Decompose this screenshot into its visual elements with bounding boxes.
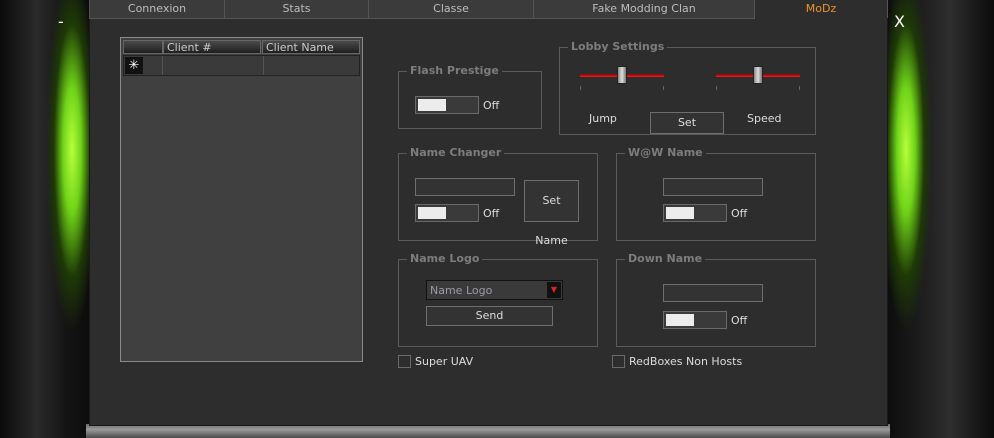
down-name-title: Down Name bbox=[625, 252, 706, 265]
minimize-button[interactable]: - bbox=[58, 12, 64, 31]
speed-slider-tick bbox=[799, 86, 800, 90]
name-logo-send-button[interactable]: Send bbox=[426, 306, 553, 326]
cell-client-name[interactable] bbox=[263, 56, 361, 75]
speed-slider-thumb[interactable] bbox=[753, 66, 763, 84]
lobby-settings-group: Lobby Settings Jump Set Speed bbox=[559, 40, 816, 135]
waw-name-input[interactable] bbox=[663, 178, 763, 196]
waw-name-state: Off bbox=[731, 207, 748, 220]
bottom-skin-decoration bbox=[86, 424, 890, 438]
new-row[interactable]: ✳ bbox=[123, 55, 360, 76]
down-name-input[interactable] bbox=[663, 284, 763, 302]
tab-stats[interactable]: Stats bbox=[224, 0, 369, 19]
speed-label: Speed bbox=[747, 112, 782, 125]
tab-bar: Connexion Stats Classe Fake Modding Clan… bbox=[89, 0, 888, 19]
jump-slider-tick bbox=[580, 86, 581, 90]
tab-fake-modding-clan[interactable]: Fake Modding Clan bbox=[533, 0, 755, 19]
name-changer-group: Name Changer Off Set Name bbox=[398, 146, 598, 247]
column-header-client-number[interactable]: Client # bbox=[163, 40, 261, 54]
asterisk-icon: ✳ bbox=[125, 57, 143, 74]
right-skin-decoration bbox=[884, 0, 994, 438]
flash-prestige-toggle[interactable] bbox=[415, 96, 479, 114]
name-logo-selected-value: Name Logo bbox=[430, 284, 493, 297]
cell-client-number[interactable] bbox=[162, 56, 263, 75]
flash-prestige-group: Flash Prestige Off bbox=[398, 64, 542, 129]
name-changer-toggle[interactable] bbox=[415, 204, 479, 222]
jump-slider-tick bbox=[663, 86, 664, 90]
set-name-button[interactable]: Set Name bbox=[524, 180, 579, 247]
name-logo-title: Name Logo bbox=[407, 252, 483, 265]
redboxes-label: RedBoxes Non Hosts bbox=[629, 355, 743, 368]
close-button[interactable]: X bbox=[894, 12, 905, 31]
name-logo-dropdown[interactable]: Name Logo ▼ bbox=[426, 280, 563, 300]
name-changer-state: Off bbox=[483, 207, 500, 220]
down-name-toggle[interactable] bbox=[663, 311, 727, 329]
name-changer-input[interactable] bbox=[415, 178, 515, 196]
waw-name-toggle[interactable] bbox=[663, 204, 727, 222]
super-uav-label: Super UAV bbox=[415, 355, 474, 368]
super-uav-checkbox[interactable] bbox=[398, 355, 411, 368]
waw-name-title: W@W Name bbox=[625, 146, 706, 159]
flash-prestige-state: Off bbox=[483, 99, 500, 112]
flash-prestige-title: Flash Prestige bbox=[407, 64, 502, 77]
client-list[interactable]: Client # Client Name ✳ bbox=[120, 37, 363, 362]
name-changer-title: Name Changer bbox=[407, 146, 505, 159]
toggle-knob bbox=[666, 207, 694, 219]
tab-connexion[interactable]: Connexion bbox=[89, 0, 225, 19]
lobby-set-button[interactable]: Set bbox=[650, 112, 724, 134]
left-skin-decoration bbox=[0, 0, 92, 438]
jump-label: Jump bbox=[589, 112, 617, 125]
waw-name-group: W@W Name Off bbox=[616, 146, 816, 241]
speed-slider-tick bbox=[716, 86, 717, 90]
column-header-client-name[interactable]: Client Name bbox=[262, 40, 360, 54]
down-name-group: Down Name Off bbox=[616, 252, 816, 347]
jump-slider-thumb[interactable] bbox=[617, 66, 627, 84]
list-header-corner bbox=[123, 40, 163, 54]
toggle-knob bbox=[418, 99, 446, 111]
toggle-knob bbox=[666, 314, 694, 326]
tab-modz[interactable]: MoDz bbox=[754, 0, 888, 18]
toggle-knob bbox=[418, 207, 446, 219]
lobby-settings-title: Lobby Settings bbox=[568, 40, 668, 53]
caret-down-icon[interactable]: ▼ bbox=[547, 282, 561, 298]
down-name-state: Off bbox=[731, 314, 748, 327]
tab-classe[interactable]: Classe bbox=[368, 0, 534, 19]
name-logo-group: Name Logo Name Logo ▼ Send bbox=[398, 252, 598, 347]
redboxes-checkbox[interactable] bbox=[612, 355, 625, 368]
